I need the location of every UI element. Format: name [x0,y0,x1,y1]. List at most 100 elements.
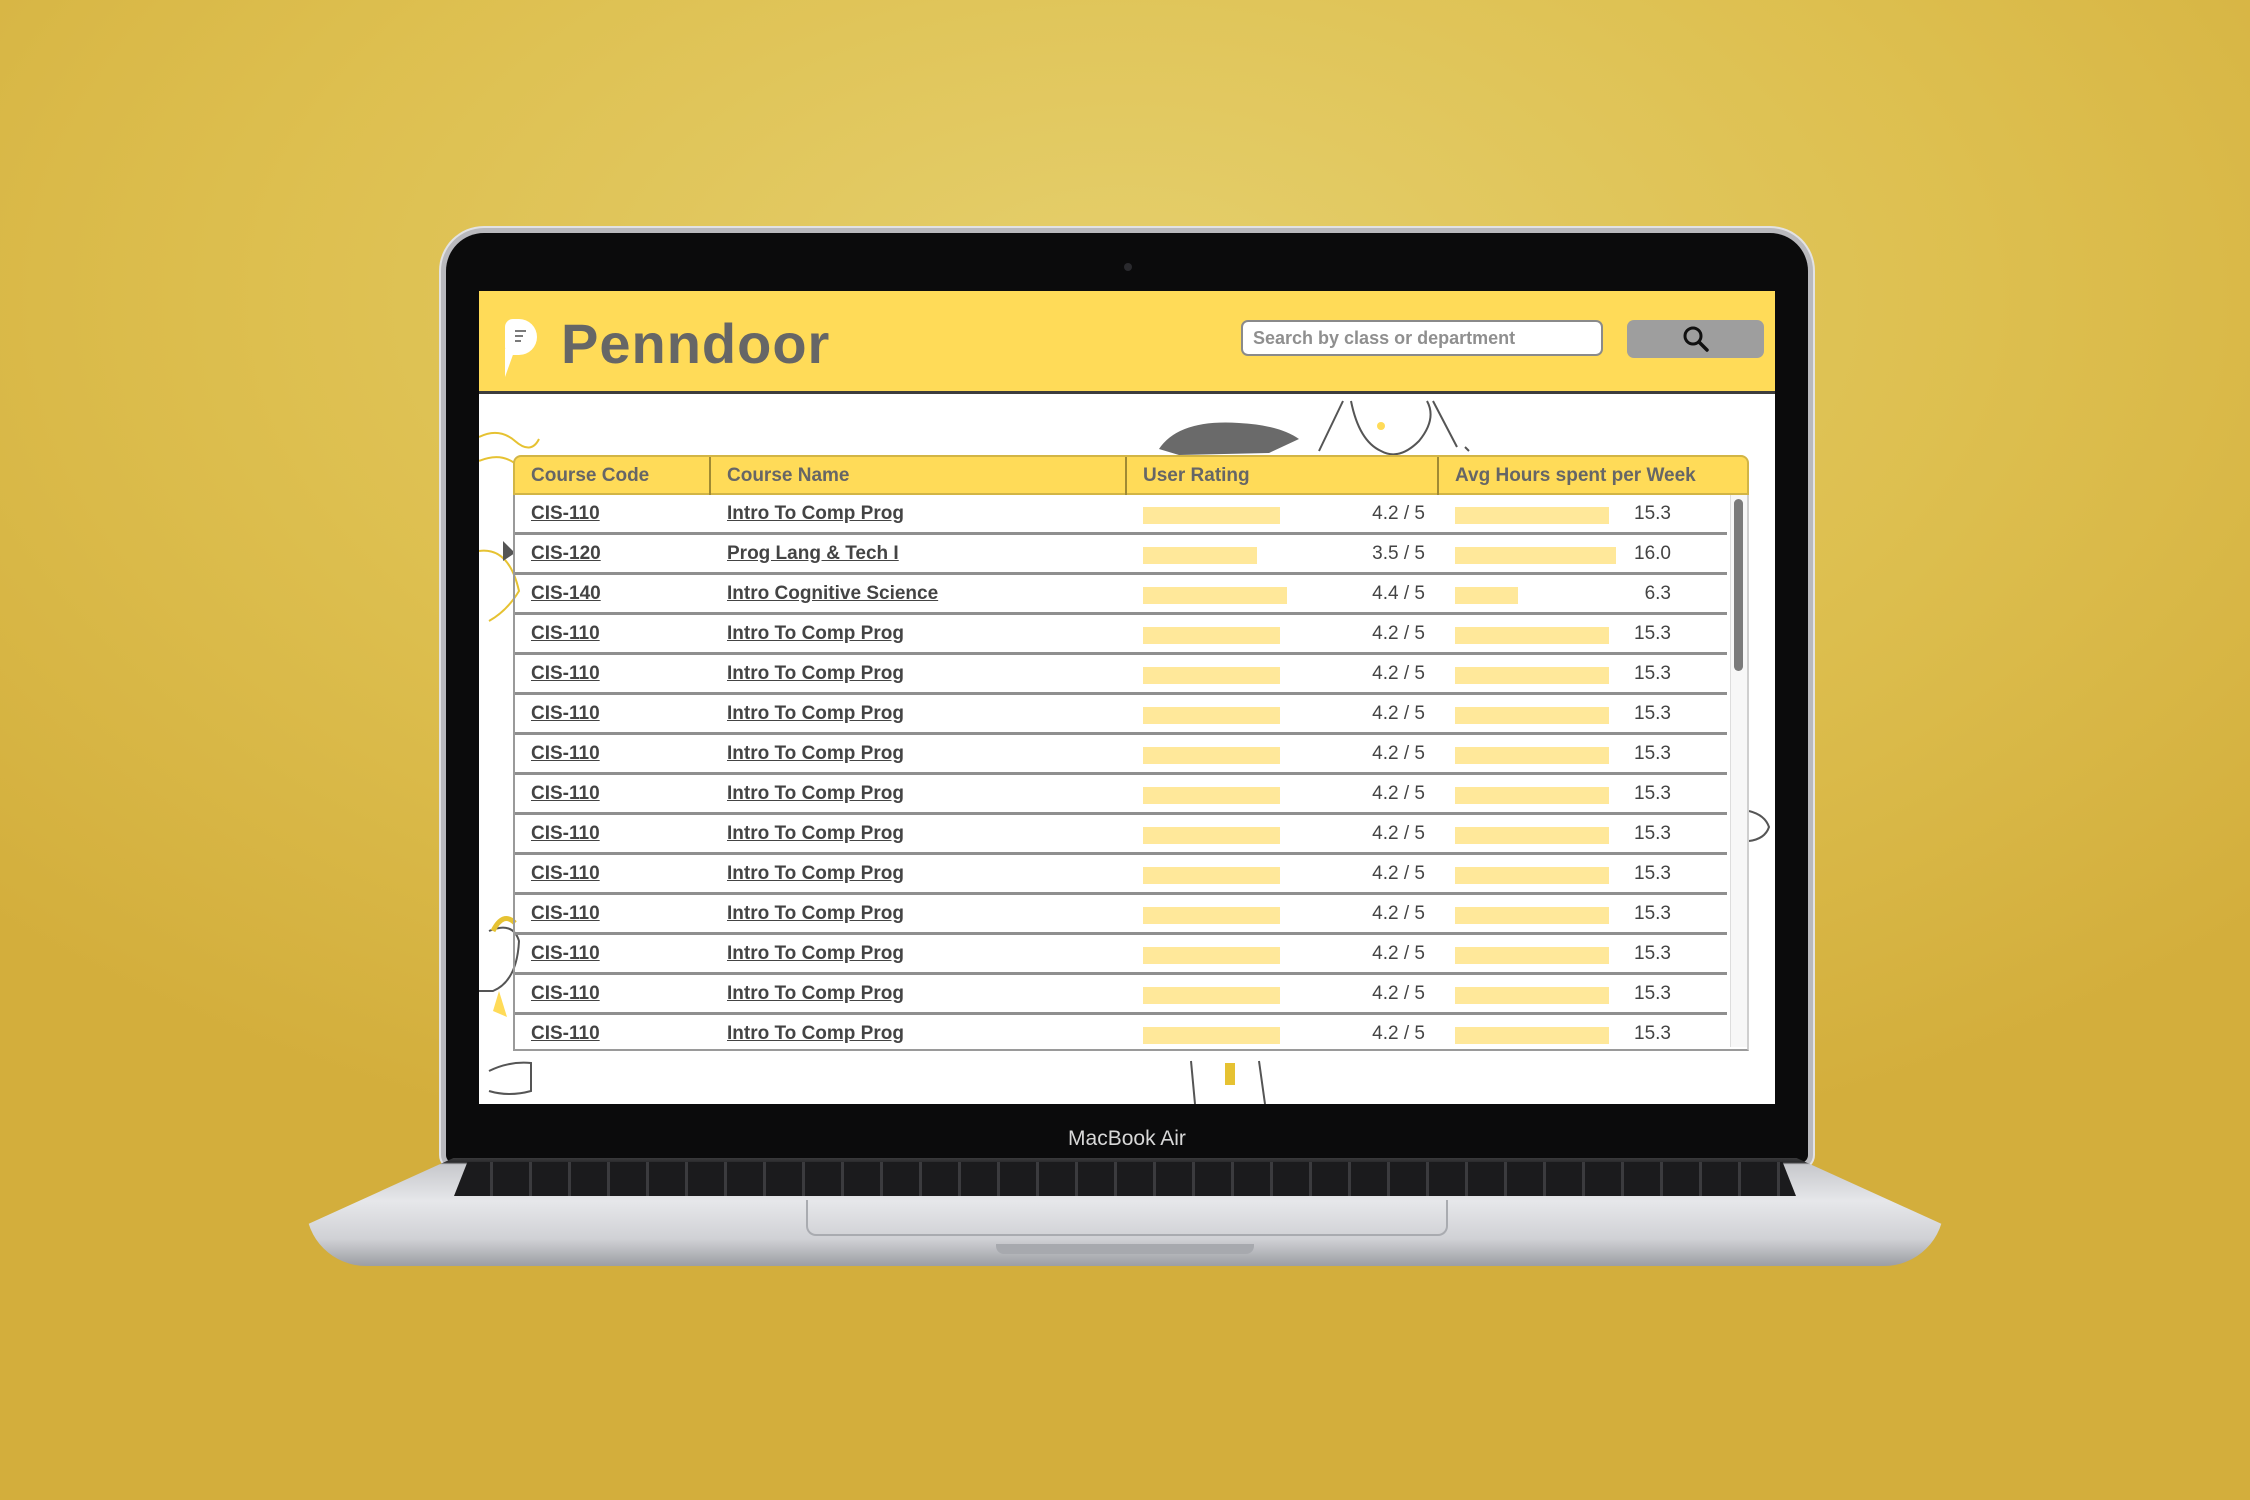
course-code-link[interactable]: CIS-110 [531,855,600,892]
scrollbar-thumb[interactable] [1734,499,1743,671]
table-row[interactable]: CIS-110 Intro To Comp Prog 4.2 / 5 15.3 [515,815,1727,855]
table-scrollbar[interactable] [1730,495,1747,1047]
rating-value: 4.2 / 5 [1372,863,1425,884]
course-name-link[interactable]: Intro To Comp Prog [727,815,904,852]
rating-value: 4.2 / 5 [1372,623,1425,644]
hours-bar [1455,947,1609,964]
rating-bar [1143,747,1280,764]
course-code-link[interactable]: CIS-140 [531,575,601,612]
keyboard [454,1162,1796,1196]
course-name-link[interactable]: Intro To Comp Prog [727,775,904,812]
course-name-link[interactable]: Intro To Comp Prog [727,895,904,932]
hours-bar [1455,987,1609,1004]
table-row[interactable]: CIS-110 Intro To Comp Prog 4.2 / 5 15.3 [515,935,1727,975]
search-icon [1683,326,1709,352]
course-name-link[interactable]: Intro Cognitive Science [727,575,938,612]
rating-value: 4.2 / 5 [1372,943,1425,964]
course-name-link[interactable]: Intro To Comp Prog [727,1015,904,1049]
rating-value: 4.4 / 5 [1372,583,1425,604]
col-avg-hours[interactable]: Avg Hours spent per Week [1439,457,1749,495]
course-name-link[interactable]: Intro To Comp Prog [727,655,904,692]
col-course-name[interactable]: Course Name [711,457,1127,495]
rating-value: 4.2 / 5 [1372,903,1425,924]
site-brand[interactable]: Penndoor [561,311,830,376]
rating-bar [1143,1027,1280,1044]
course-name-link[interactable]: Intro To Comp Prog [727,735,904,772]
course-code-link[interactable]: CIS-110 [531,935,600,972]
course-name-link[interactable]: Intro To Comp Prog [727,695,904,732]
rating-bar [1143,507,1280,524]
table-row[interactable]: CIS-110 Intro To Comp Prog 4.2 / 5 15.3 [515,975,1727,1015]
hours-bar [1455,587,1518,604]
table-row[interactable]: CIS-120 Prog Lang & Tech I 3.5 / 5 16.0 [515,535,1727,575]
trackpad [806,1200,1448,1236]
hours-value: 15.3 [1634,783,1671,804]
rating-bar [1143,987,1280,1004]
course-code-link[interactable]: CIS-110 [531,815,600,852]
hours-value: 15.3 [1634,623,1671,644]
camera-dot [1124,263,1132,271]
course-name-link[interactable]: Intro To Comp Prog [727,975,904,1012]
rating-value: 4.2 / 5 [1372,983,1425,1004]
course-code-link[interactable]: CIS-110 [531,975,600,1012]
device-model-label: MacBook Air [1068,1127,1186,1150]
course-code-link[interactable]: CIS-110 [531,495,600,532]
rating-bar [1143,907,1280,924]
base-notch [996,1244,1254,1254]
course-code-link[interactable]: CIS-110 [531,695,600,732]
table-row[interactable]: CIS-110 Intro To Comp Prog 4.2 / 5 15.3 [515,1015,1727,1049]
rating-value: 3.5 / 5 [1372,543,1425,564]
search-input[interactable] [1241,320,1603,356]
course-code-link[interactable]: CIS-110 [531,615,600,652]
col-course-code[interactable]: Course Code [515,457,711,495]
table-row[interactable]: CIS-140 Intro Cognitive Science 4.4 / 5 6.3 [515,575,1727,615]
hours-value: 6.3 [1644,583,1671,604]
table-row[interactable]: CIS-110 Intro To Comp Prog 4.2 / 5 15.3 [515,655,1727,695]
rating-bar [1143,947,1280,964]
course-code-link[interactable]: CIS-120 [531,535,601,572]
table-row[interactable]: CIS-110 Intro To Comp Prog 4.2 / 5 15.3 [515,735,1727,775]
hours-bar [1455,707,1609,724]
hours-bar [1455,507,1609,524]
rating-value: 4.2 / 5 [1372,703,1425,724]
hours-value: 16.0 [1634,543,1671,564]
hours-value: 15.3 [1634,703,1671,724]
hours-bar [1455,787,1609,804]
site-header: Penndoor [479,291,1775,394]
course-name-link[interactable]: Intro To Comp Prog [727,935,904,972]
rating-bar [1143,587,1287,604]
search-button[interactable] [1627,320,1764,358]
hours-value: 15.3 [1634,503,1671,524]
rating-value: 4.2 / 5 [1372,503,1425,524]
col-user-rating[interactable]: User Rating [1127,457,1439,495]
hours-value: 15.3 [1634,823,1671,844]
course-name-link[interactable]: Prog Lang & Tech I [727,535,899,572]
course-code-link[interactable]: CIS-110 [531,655,600,692]
table-row[interactable]: CIS-110 Intro To Comp Prog 4.2 / 5 15.3 [515,495,1727,535]
course-code-link[interactable]: CIS-110 [531,895,600,932]
rating-bar [1143,867,1280,884]
hours-value: 15.3 [1634,1023,1671,1044]
rating-bar [1143,787,1280,804]
course-code-link[interactable]: CIS-110 [531,1015,600,1049]
course-name-link[interactable]: Intro To Comp Prog [727,495,904,532]
laptop-base [306,1158,1944,1266]
hours-bar [1455,827,1609,844]
table-row[interactable]: CIS-110 Intro To Comp Prog 4.2 / 5 15.3 [515,855,1727,895]
rating-bar [1143,707,1280,724]
table-row[interactable]: CIS-110 Intro To Comp Prog 4.2 / 5 15.3 [515,775,1727,815]
course-name-link[interactable]: Intro To Comp Prog [727,615,904,652]
hours-value: 15.3 [1634,863,1671,884]
app-screen: Penndoor Course Code Course Name User Ra… [479,291,1775,1104]
hours-value: 15.3 [1634,663,1671,684]
logo-icon[interactable] [505,319,537,355]
table-row[interactable]: CIS-110 Intro To Comp Prog 4.2 / 5 15.3 [515,895,1727,935]
course-code-link[interactable]: CIS-110 [531,735,600,772]
course-name-link[interactable]: Intro To Comp Prog [727,855,904,892]
rating-value: 4.2 / 5 [1372,1023,1425,1044]
table-row[interactable]: CIS-110 Intro To Comp Prog 4.2 / 5 15.3 [515,615,1727,655]
rating-bar [1143,827,1280,844]
course-code-link[interactable]: CIS-110 [531,775,600,812]
table-row[interactable]: CIS-110 Intro To Comp Prog 4.2 / 5 15.3 [515,695,1727,735]
courses-table: Course Code Course Name User Rating Avg … [513,455,1749,1051]
